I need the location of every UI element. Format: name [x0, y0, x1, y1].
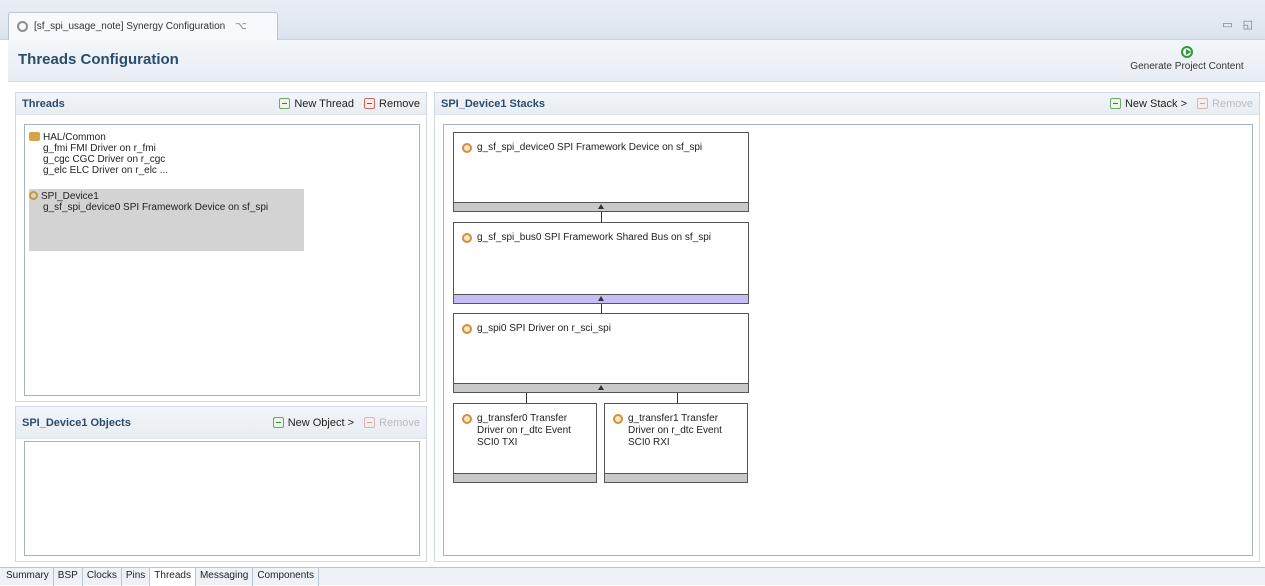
threads-panel: Threads New Thread Remove HAL/Common g_f…	[15, 92, 427, 402]
dependency-bar[interactable]	[453, 383, 749, 393]
objects-list	[24, 441, 420, 556]
module-icon	[613, 414, 623, 424]
gear-icon	[17, 21, 28, 32]
tree-item-spi-device1[interactable]: SPI_Device1	[29, 191, 99, 202]
editor-tab-strip: [sf_spi_usage_note] Synergy Configuratio…	[0, 0, 1265, 40]
add-icon	[272, 417, 284, 428]
stack-module-transfer1[interactable]: g_transfer1 Transfer Driver on r_dtc Eve…	[604, 403, 748, 483]
stack-module-sf-spi-device0[interactable]: g_sf_spi_device0 SPI Framework Device on…	[453, 132, 749, 212]
dependency-bar[interactable]	[604, 473, 748, 483]
objects-panel: SPI_Device1 Objects New Object > Remove	[15, 406, 427, 562]
tree-item-sf-spi-device0[interactable]: g_sf_spi_device0 SPI Framework Device on…	[43, 202, 268, 213]
tree-item-fmi[interactable]: g_fmi FMI Driver on r_fmi	[43, 143, 156, 154]
objects-panel-header: SPI_Device1 Objects New Object > Remove	[16, 407, 426, 439]
module-icon	[462, 324, 472, 334]
run-icon	[1181, 46, 1193, 58]
bottom-tab-bar: Summary BSP Clocks Pins Threads Messagin…	[0, 567, 1265, 586]
page-header: Threads Configuration Generate Project C…	[8, 40, 1265, 82]
window-controls: ▭ ◱	[1222, 18, 1253, 31]
tab-pins[interactable]: Pins	[122, 568, 151, 586]
editor-tab[interactable]: [sf_spi_usage_note] Synergy Configuratio…	[8, 12, 278, 40]
arrow-up-icon	[598, 204, 604, 209]
remove-thread-button[interactable]: Remove	[364, 98, 420, 110]
stack-module-spi0[interactable]: g_spi0 SPI Driver on r_sci_spi	[453, 313, 749, 393]
connector-line	[601, 212, 602, 222]
module-label: g_spi0 SPI Driver on r_sci_spi	[462, 323, 611, 335]
threads-panel-title: Threads	[22, 97, 65, 110]
new-thread-button[interactable]: New Thread	[279, 98, 354, 110]
thread-icon	[29, 191, 38, 200]
arrow-up-icon	[598, 296, 604, 301]
new-object-label: New Object >	[287, 416, 355, 429]
remove-object-button[interactable]: Remove	[364, 417, 420, 429]
connector-line	[677, 393, 678, 403]
remove-object-label: Remove	[379, 416, 420, 429]
new-stack-button[interactable]: New Stack >	[1109, 97, 1188, 110]
objects-panel-title: SPI_Device1 Objects	[22, 416, 131, 429]
tab-clocks[interactable]: Clocks	[83, 568, 122, 586]
new-object-button[interactable]: New Object >	[272, 416, 355, 429]
module-label: g_sf_spi_device0 SPI Framework Device on…	[462, 142, 702, 154]
generate-project-content-button[interactable]: Generate Project Content	[1117, 46, 1257, 72]
add-icon	[279, 98, 291, 109]
tab-summary[interactable]: Summary	[2, 568, 54, 586]
page-title: Threads Configuration	[18, 51, 179, 68]
remove-stack-label: Remove	[1212, 97, 1253, 110]
stack-module-transfer0[interactable]: g_transfer0 Transfer Driver on r_dtc Eve…	[453, 403, 597, 483]
tree-item-hal-common[interactable]: HAL/Common	[29, 132, 106, 143]
remove-icon	[1197, 98, 1209, 109]
tree-item-cgc[interactable]: g_cgc CGC Driver on r_cgc	[43, 154, 165, 165]
minimize-icon[interactable]: ▭	[1222, 18, 1232, 31]
module-icon	[462, 414, 472, 424]
remove-thread-label: Remove	[379, 97, 420, 110]
threads-tree: HAL/Common g_fmi FMI Driver on r_fmi g_c…	[24, 124, 420, 396]
add-icon	[1109, 98, 1121, 109]
stacks-panel-title: SPI_Device1 Stacks	[441, 97, 545, 110]
remove-stack-button[interactable]: Remove	[1197, 98, 1253, 110]
dependency-bar[interactable]	[453, 294, 749, 304]
generate-label: Generate Project Content	[1130, 61, 1244, 72]
stacks-panel-header: SPI_Device1 Stacks New Stack > Remove	[435, 93, 1259, 115]
tab-components[interactable]: Components	[253, 568, 320, 586]
stacks-canvas: g_sf_spi_device0 SPI Framework Device on…	[443, 124, 1253, 556]
maximize-icon[interactable]: ◱	[1243, 18, 1253, 31]
editor-tab-label: [sf_spi_usage_note] Synergy Configuratio…	[34, 21, 226, 32]
remove-icon	[364, 417, 376, 428]
module-icon	[462, 143, 472, 153]
connector-line	[601, 304, 602, 313]
stacks-panel: SPI_Device1 Stacks New Stack > Remove g_…	[434, 92, 1260, 562]
folder-icon	[29, 132, 40, 141]
module-icon	[462, 233, 472, 243]
arrow-up-icon	[598, 385, 604, 390]
tab-messaging[interactable]: Messaging	[196, 568, 254, 586]
tab-bsp[interactable]: BSP	[54, 568, 83, 586]
connector-line	[526, 393, 527, 403]
tree-item-elc[interactable]: g_elc ELC Driver on r_elc ...	[43, 165, 168, 176]
remove-icon	[364, 98, 376, 109]
new-stack-label: New Stack >	[1124, 97, 1188, 110]
close-icon[interactable]: ⌥	[235, 21, 247, 32]
dependency-bar[interactable]	[453, 473, 597, 483]
threads-panel-header: Threads New Thread Remove	[16, 93, 426, 115]
dependency-bar[interactable]	[453, 202, 749, 212]
module-label: g_transfer0 Transfer Driver on r_dtc Eve…	[462, 413, 584, 449]
new-thread-label: New Thread	[294, 97, 355, 110]
stack-module-sf-spi-bus0[interactable]: g_sf_spi_bus0 SPI Framework Shared Bus o…	[453, 222, 749, 304]
module-label: g_sf_spi_bus0 SPI Framework Shared Bus o…	[462, 232, 711, 244]
tab-threads[interactable]: Threads	[150, 568, 196, 586]
module-label: g_transfer1 Transfer Driver on r_dtc Eve…	[613, 413, 735, 449]
